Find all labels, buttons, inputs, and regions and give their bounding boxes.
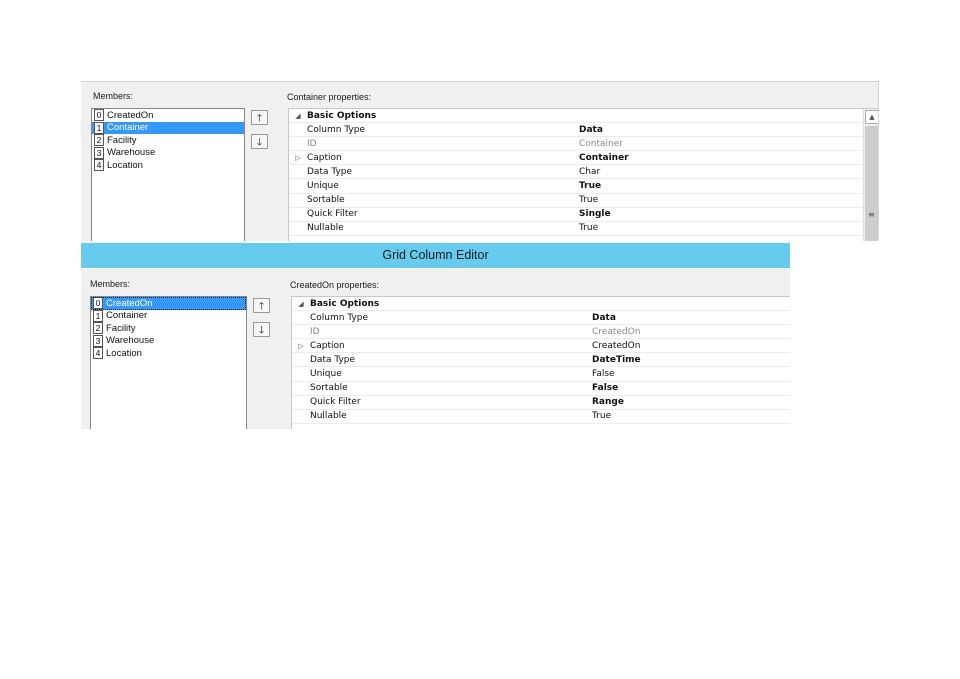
property-row[interactable]: Quick Filter Single: [289, 208, 878, 222]
member-item-location[interactable]: 4 Location: [91, 347, 246, 360]
move-up-button[interactable]: 🡑: [253, 298, 270, 313]
window-title: Grid Column Editor: [382, 248, 489, 262]
member-item-location[interactable]: 4 Location: [92, 159, 244, 172]
properties-label: Container properties:: [287, 92, 372, 102]
property-row[interactable]: Unique True: [289, 179, 878, 194]
vertical-scrollbar[interactable]: ▲ ≡: [863, 109, 878, 241]
scrollbar-thumb[interactable]: ≡: [865, 126, 878, 241]
member-item-facility[interactable]: 2 Facility: [92, 134, 244, 147]
member-item-createdon[interactable]: 0 CreatedOn: [92, 109, 244, 122]
triangle-collapse-icon[interactable]: ◢: [292, 300, 310, 308]
property-row[interactable]: Column Type Data: [289, 123, 878, 138]
property-row[interactable]: ID Container: [289, 137, 878, 152]
arrow-up-icon: 🡑: [256, 113, 263, 124]
properties-label: CreatedOn properties:: [290, 280, 380, 290]
arrow-up-icon: 🡑: [258, 301, 265, 312]
member-item-warehouse[interactable]: 3 Warehouse: [92, 146, 244, 160]
move-down-button[interactable]: 🡓: [251, 134, 268, 149]
member-item-container[interactable]: 1 Container: [91, 309, 246, 323]
members-list[interactable]: 0 CreatedOn 1 Container 2 Facility 3 Warehou…: [90, 296, 247, 429]
property-row[interactable]: Quick Filter Range: [292, 396, 790, 410]
property-row[interactable]: Unique False: [292, 367, 790, 382]
move-up-button[interactable]: 🡑: [251, 110, 268, 125]
grip-icon: ≡: [868, 210, 875, 219]
member-item-facility[interactable]: 2 Facility: [91, 322, 246, 335]
move-down-button[interactable]: 🡓: [253, 322, 270, 337]
property-category[interactable]: ◢ Basic Options: [289, 109, 878, 124]
property-row[interactable]: ID CreatedOn: [292, 325, 790, 340]
property-row[interactable]: ▷ Caption CreatedOn: [292, 339, 790, 354]
arrow-down-icon: 🡓: [256, 137, 263, 148]
property-row[interactable]: Column Type Data: [292, 311, 790, 326]
members-label: Members:: [93, 91, 134, 101]
property-row[interactable]: Sortable True: [289, 194, 878, 208]
property-row[interactable]: Data Type Char: [289, 165, 878, 180]
members-label: Members:: [90, 279, 131, 289]
member-item-createdon[interactable]: 0 CreatedOn: [91, 297, 246, 310]
triangle-collapse-icon[interactable]: ◢: [289, 112, 307, 120]
property-row[interactable]: Nullable True: [289, 222, 878, 236]
top-editor-panel: Members: 0 CreatedOn 1 Container 2 Facility…: [81, 81, 879, 241]
property-row[interactable]: Data Type DateTime: [292, 353, 790, 368]
property-row[interactable]: Nullable True: [292, 410, 790, 424]
property-row[interactable]: ▷ Caption Container: [289, 151, 878, 166]
triangle-expand-icon[interactable]: ▷: [292, 342, 310, 350]
property-category[interactable]: ◢ Basic Options: [292, 297, 790, 312]
property-row[interactable]: Sortable False: [292, 382, 790, 396]
member-item-warehouse[interactable]: 3 Warehouse: [91, 334, 246, 348]
member-item-container[interactable]: 1 Container: [92, 121, 244, 134]
triangle-expand-icon[interactable]: ▷: [289, 154, 307, 162]
arrow-down-icon: 🡓: [258, 325, 265, 336]
members-list[interactable]: 0 CreatedOn 1 Container 2 Facility 3 Warehou…: [91, 108, 245, 241]
bottom-editor-panel: Members: 0 CreatedOn 1 Container 2 Facility…: [81, 269, 790, 429]
property-grid[interactable]: ◢ Basic Options Column Type Data ID Contain…: [288, 108, 878, 241]
window-title-bar: Grid Column Editor: [81, 243, 790, 268]
property-grid[interactable]: ◢ Basic Options Column Type Data ID Created…: [291, 296, 790, 429]
chevron-up-icon[interactable]: ▲: [865, 110, 878, 124]
